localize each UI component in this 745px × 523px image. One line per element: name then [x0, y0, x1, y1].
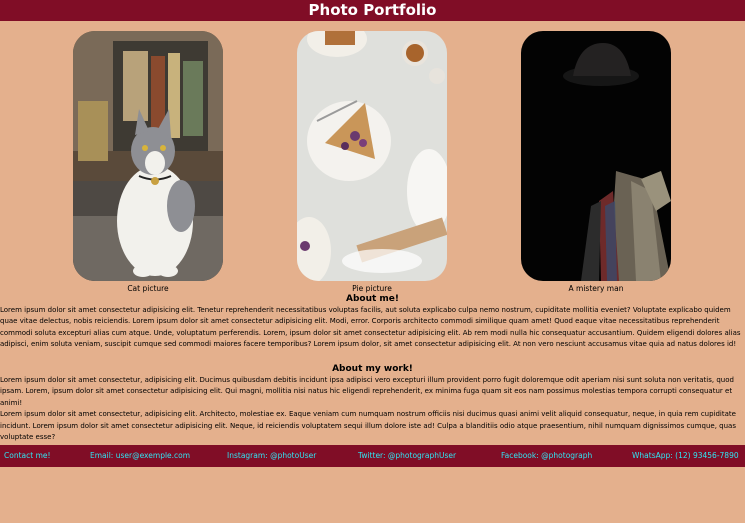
mystery-man-photo-icon[interactable]	[521, 31, 671, 281]
footer-instagram-link[interactable]: Instagram: @photoUser	[227, 445, 316, 467]
gallery-item-mystery-man[interactable]: A mistery man	[521, 31, 671, 294]
page-header: Photo Portfolio	[0, 0, 745, 21]
about-work-title: About my work!	[332, 364, 413, 374]
gallery-item-cat[interactable]: Cat picture	[73, 31, 223, 294]
photo-caption: Cat picture	[127, 284, 169, 293]
photo-caption: A mistery man	[568, 284, 624, 293]
footer-twitter-link[interactable]: Twitter: @photographUser	[358, 445, 456, 467]
photo-caption: Pie picture	[352, 284, 392, 293]
page-footer: Contact me! Email: user@exemple.com Inst…	[0, 445, 745, 467]
footer-email-link[interactable]: Email: user@exemple.com	[90, 445, 190, 467]
about-work-paragraph: Lorem ipsum dolor sit amet consectetur, …	[0, 376, 734, 407]
page-title: Photo Portfolio	[308, 1, 437, 19]
cat-photo-icon[interactable]	[73, 31, 223, 281]
about-me-title: About me!	[345, 294, 400, 304]
footer-contact: Contact me!	[4, 451, 51, 460]
about-me-text: Lorem ipsum dolor sit amet consectetur a…	[0, 306, 741, 349]
about-me-section: About me! Lorem ipsum dolor sit amet con…	[0, 294, 745, 351]
gallery-item-pie[interactable]: Pie picture	[297, 31, 447, 294]
footer-whatsapp-link[interactable]: WhatsApp: (12) 93456-7890	[632, 445, 739, 467]
pie-photo-icon[interactable]	[297, 31, 447, 281]
photo-gallery: Cat picture Pie picture A mistery man	[0, 31, 745, 293]
footer-facebook-link[interactable]: Facebook: @photograph	[501, 445, 592, 467]
about-work-section: About my work! Lorem ipsum dolor sit ame…	[0, 364, 745, 443]
about-work-paragraph: Lorem ipsum dolor sit amet consectetur, …	[0, 410, 736, 442]
